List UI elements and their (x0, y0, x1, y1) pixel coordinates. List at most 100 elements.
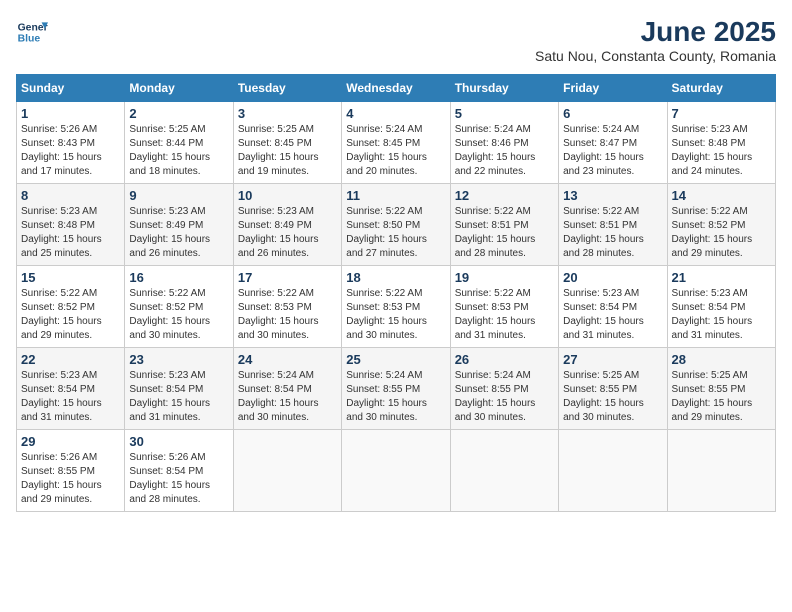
calendar-week-5: 29 Sunrise: 5:26 AM Sunset: 8:55 PM Dayli… (17, 430, 776, 512)
day-number: 26 (455, 352, 554, 367)
day-number: 22 (21, 352, 120, 367)
day-number: 10 (238, 188, 337, 203)
day-number: 13 (563, 188, 662, 203)
day-number: 8 (21, 188, 120, 203)
calendar-cell: 23 Sunrise: 5:23 AM Sunset: 8:54 PM Dayli… (125, 348, 233, 430)
day-number: 23 (129, 352, 228, 367)
day-number: 15 (21, 270, 120, 285)
calendar-cell: 22Sunrise: 5:23 AM Sunset: 8:54 PM Dayli… (17, 348, 125, 430)
calendar-cell: 19 Sunrise: 5:22 AM Sunset: 8:53 PM Dayli… (450, 266, 558, 348)
day-info: Sunrise: 5:26 AM Sunset: 8:55 PM Dayligh… (21, 451, 120, 507)
svg-text:Blue: Blue (18, 34, 41, 45)
calendar-cell: 6 Sunrise: 5:24 AM Sunset: 8:47 PM Daylig… (559, 102, 667, 184)
calendar-week-3: 15 Sunrise: 5:22 AM Sunset: 8:52 PM Dayli… (17, 266, 776, 348)
calendar-cell: 7 Sunrise: 5:23 AM Sunset: 8:48 PM Daylig… (667, 102, 775, 184)
logo: General Blue (16, 16, 48, 48)
day-info: Sunrise: 5:24 AM Sunset: 8:47 PM Dayligh… (563, 123, 662, 179)
title-area: June 2025 Satu Nou, Constanta County, Ro… (535, 16, 776, 64)
calendar-cell: 20 Sunrise: 5:23 AM Sunset: 8:54 PM Dayli… (559, 266, 667, 348)
calendar-header-row: SundayMondayTuesdayWednesdayThursdayFrid… (17, 75, 776, 102)
day-info: Sunrise: 5:24 AM Sunset: 8:54 PM Dayligh… (238, 369, 337, 425)
day-number: 25 (346, 352, 445, 367)
calendar-cell: 17Sunrise: 5:22 AM Sunset: 8:53 PM Dayli… (233, 266, 341, 348)
day-header-thursday: Thursday (450, 75, 558, 102)
day-info: Sunrise: 5:23 AM Sunset: 8:48 PM Dayligh… (672, 123, 771, 179)
day-number: 3 (238, 106, 337, 121)
day-number: 11 (346, 188, 445, 203)
calendar-cell: 8 Sunrise: 5:23 AM Sunset: 8:48 PM Daylig… (17, 184, 125, 266)
calendar-cell: 29 Sunrise: 5:26 AM Sunset: 8:55 PM Dayli… (17, 430, 125, 512)
day-info: Sunrise: 5:25 AM Sunset: 8:45 PM Dayligh… (238, 123, 337, 179)
day-header-sunday: Sunday (17, 75, 125, 102)
day-header-friday: Friday (559, 75, 667, 102)
day-header-wednesday: Wednesday (342, 75, 450, 102)
day-info: Sunrise: 5:22 AM Sunset: 8:52 PM Dayligh… (129, 287, 228, 343)
day-info: Sunrise: 5:25 AM Sunset: 8:55 PM Dayligh… (672, 369, 771, 425)
calendar-cell: 21 Sunrise: 5:23 AM Sunset: 8:54 PM Dayli… (667, 266, 775, 348)
day-number: 29 (21, 434, 120, 449)
day-number: 1 (21, 106, 120, 121)
day-number: 19 (455, 270, 554, 285)
calendar-cell: 16 Sunrise: 5:22 AM Sunset: 8:52 PM Dayli… (125, 266, 233, 348)
day-header-tuesday: Tuesday (233, 75, 341, 102)
day-number: 24 (238, 352, 337, 367)
day-info: Sunrise: 5:22 AM Sunset: 8:50 PM Dayligh… (346, 205, 445, 261)
day-number: 20 (563, 270, 662, 285)
day-number: 16 (129, 270, 228, 285)
day-info: Sunrise: 5:25 AM Sunset: 8:44 PM Dayligh… (129, 123, 228, 179)
day-number: 21 (672, 270, 771, 285)
day-info: Sunrise: 5:23 AM Sunset: 8:54 PM Dayligh… (129, 369, 228, 425)
day-info: Sunrise: 5:23 AM Sunset: 8:54 PM Dayligh… (563, 287, 662, 343)
calendar-table: SundayMondayTuesdayWednesdayThursdayFrid… (16, 74, 776, 512)
day-info: Sunrise: 5:26 AM Sunset: 8:54 PM Dayligh… (129, 451, 228, 507)
calendar-cell: 28 Sunrise: 5:25 AM Sunset: 8:55 PM Dayli… (667, 348, 775, 430)
day-number: 14 (672, 188, 771, 203)
day-number: 7 (672, 106, 771, 121)
day-info: Sunrise: 5:22 AM Sunset: 8:53 PM Dayligh… (455, 287, 554, 343)
calendar-week-4: 22 Sunrise: 5:23 AM Sunset: 8:54 PM Dayli… (17, 348, 776, 430)
calendar-cell: 12Sunrise: 5:22 AM Sunset: 8:51 PM Dayli… (450, 184, 558, 266)
day-number: 6 (563, 106, 662, 121)
day-info: Sunrise: 5:24 AM Sunset: 8:55 PM Dayligh… (346, 369, 445, 425)
calendar-cell (233, 430, 341, 512)
day-number: 2 (129, 106, 228, 121)
calendar-cell: 1 Sunrise: 5:26 AM Sunset: 8:43 PM Daylig… (17, 102, 125, 184)
day-info: Sunrise: 5:24 AM Sunset: 8:55 PM Dayligh… (455, 369, 554, 425)
day-number: 28 (672, 352, 771, 367)
calendar-cell: 30Sunrise: 5:26 AM Sunset: 8:54 PM Dayli… (125, 430, 233, 512)
calendar-cell: 2 Sunrise: 5:25 AM Sunset: 8:44 PM Daylig… (125, 102, 233, 184)
page-header: General Blue June 2025 Satu Nou, Constan… (16, 16, 776, 64)
day-info: Sunrise: 5:23 AM Sunset: 8:49 PM Dayligh… (238, 205, 337, 261)
day-number: 27 (563, 352, 662, 367)
calendar-cell: 24 Sunrise: 5:24 AM Sunset: 8:54 PM Dayli… (233, 348, 341, 430)
day-info: Sunrise: 5:23 AM Sunset: 8:49 PM Dayligh… (129, 205, 228, 261)
day-info: Sunrise: 5:22 AM Sunset: 8:52 PM Dayligh… (672, 205, 771, 261)
day-info: Sunrise: 5:22 AM Sunset: 8:52 PM Dayligh… (21, 287, 120, 343)
day-info: Sunrise: 5:22 AM Sunset: 8:51 PM Dayligh… (455, 205, 554, 261)
calendar-cell: 15 Sunrise: 5:22 AM Sunset: 8:52 PM Dayli… (17, 266, 125, 348)
day-info: Sunrise: 5:23 AM Sunset: 8:54 PM Dayligh… (672, 287, 771, 343)
calendar-week-1: 1 Sunrise: 5:26 AM Sunset: 8:43 PM Daylig… (17, 102, 776, 184)
calendar-cell: 27 Sunrise: 5:25 AM Sunset: 8:55 PM Dayli… (559, 348, 667, 430)
day-info: Sunrise: 5:26 AM Sunset: 8:43 PM Dayligh… (21, 123, 120, 179)
day-number: 4 (346, 106, 445, 121)
calendar-cell (342, 430, 450, 512)
calendar-cell: 26 Sunrise: 5:24 AM Sunset: 8:55 PM Dayli… (450, 348, 558, 430)
calendar-cell: 14 Sunrise: 5:22 AM Sunset: 8:52 PM Dayli… (667, 184, 775, 266)
day-number: 17 (238, 270, 337, 285)
day-header-monday: Monday (125, 75, 233, 102)
day-info: Sunrise: 5:24 AM Sunset: 8:46 PM Dayligh… (455, 123, 554, 179)
calendar-cell: 5 Sunrise: 5:24 AM Sunset: 8:46 PM Daylig… (450, 102, 558, 184)
day-number: 5 (455, 106, 554, 121)
calendar-cell (559, 430, 667, 512)
calendar-cell: 13 Sunrise: 5:22 AM Sunset: 8:51 PM Dayli… (559, 184, 667, 266)
calendar-cell (450, 430, 558, 512)
day-info: Sunrise: 5:24 AM Sunset: 8:45 PM Dayligh… (346, 123, 445, 179)
day-number: 18 (346, 270, 445, 285)
day-info: Sunrise: 5:23 AM Sunset: 8:48 PM Dayligh… (21, 205, 120, 261)
calendar-cell: 9 Sunrise: 5:23 AM Sunset: 8:49 PM Daylig… (125, 184, 233, 266)
month-title: June 2025 (535, 16, 776, 48)
day-info: Sunrise: 5:25 AM Sunset: 8:55 PM Dayligh… (563, 369, 662, 425)
day-number: 9 (129, 188, 228, 203)
day-info: Sunrise: 5:22 AM Sunset: 8:51 PM Dayligh… (563, 205, 662, 261)
